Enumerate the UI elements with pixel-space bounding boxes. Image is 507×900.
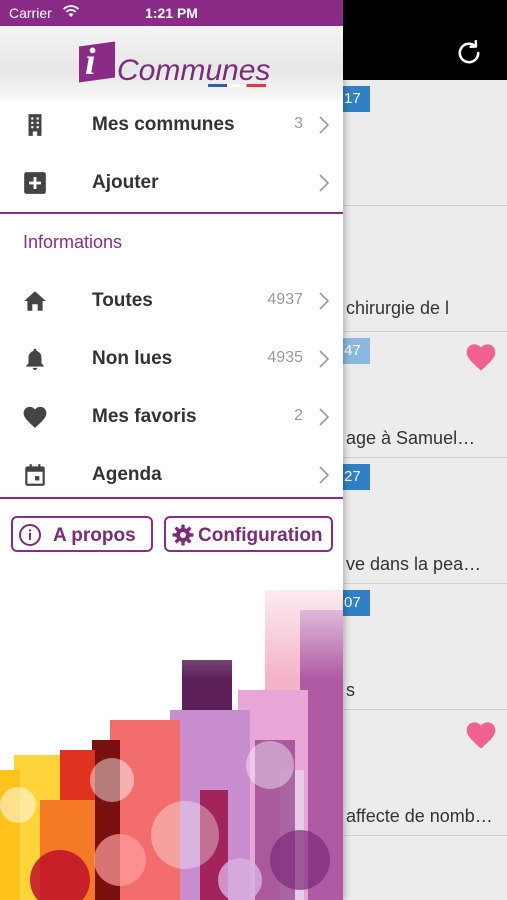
info-circle-icon — [19, 524, 41, 546]
news-item-title: affecte de nomb… — [346, 806, 493, 826]
chevron-right-icon — [319, 466, 330, 484]
calendar-icon — [25, 464, 45, 486]
status-bar: Carrier 1:21 PM — [0, 0, 343, 26]
news-item-title: chirurgie de l — [346, 298, 450, 318]
section-header-informations: Informations — [23, 232, 123, 252]
menu-item-label: Ajouter — [92, 172, 159, 193]
favorite-heart-icon[interactable] — [464, 342, 498, 372]
news-item-title: age à Samuel… — [346, 428, 476, 448]
home-icon — [24, 291, 46, 311]
section-divider — [0, 212, 343, 214]
menu-item-label: Toutes — [92, 290, 153, 311]
menu-item-label: Mes communes — [92, 114, 235, 135]
menu-item-label: Mes favoris — [92, 406, 197, 427]
menu-item-count: 3 — [294, 115, 303, 132]
menu-item-non-lues[interactable]: Non lues 4935 — [0, 330, 343, 388]
plus-box-icon — [24, 172, 46, 194]
about-button-label: A propos — [53, 525, 136, 546]
chevron-right-icon — [319, 350, 330, 368]
heart-icon — [23, 406, 47, 428]
favorite-heart-icon[interactable] — [464, 720, 498, 750]
logo-tricolor-underline — [208, 84, 266, 87]
status-time: 1:21 PM — [145, 5, 198, 21]
section-divider — [0, 497, 343, 499]
building-icon — [28, 114, 42, 136]
gear-icon — [172, 524, 194, 546]
menu-item-count: 4937 — [267, 291, 303, 308]
menu-item-label: Non lues — [92, 348, 173, 369]
menu-item-ajouter[interactable]: Ajouter — [0, 154, 343, 212]
news-item-title: ve dans la pea… — [346, 554, 482, 574]
chevron-right-icon — [319, 116, 330, 134]
menu-item-mes-favoris[interactable]: Mes favoris 2 — [0, 388, 343, 446]
chevron-right-icon — [319, 292, 330, 310]
menu-item-label: Agenda — [92, 464, 162, 485]
bell-icon — [26, 348, 44, 371]
configuration-button-label: Configuration — [198, 525, 323, 546]
menu-item-toutes[interactable]: Toutes 4937 — [0, 272, 343, 330]
navigation-drawer: Carrier 1:21 PM i Communes Mes communes … — [0, 0, 343, 900]
app-logo: i Communes — [0, 26, 343, 100]
refresh-icon[interactable] — [452, 36, 486, 70]
chevron-right-icon — [319, 174, 330, 192]
chevron-right-icon — [319, 408, 330, 426]
menu-item-count: 4935 — [267, 349, 303, 366]
logo-i-letter: i — [85, 41, 96, 83]
menu-item-mes-communes[interactable]: Mes communes 3 — [0, 96, 343, 154]
menu-item-count: 2 — [294, 407, 303, 424]
about-button[interactable]: A propos — [11, 516, 153, 552]
city-skyline-artwork — [0, 560, 343, 900]
menu-item-agenda[interactable]: Agenda — [0, 446, 343, 504]
configuration-button[interactable]: Configuration — [164, 516, 333, 552]
news-item-title: s — [346, 680, 355, 700]
logo-text: Communes — [117, 54, 271, 87]
